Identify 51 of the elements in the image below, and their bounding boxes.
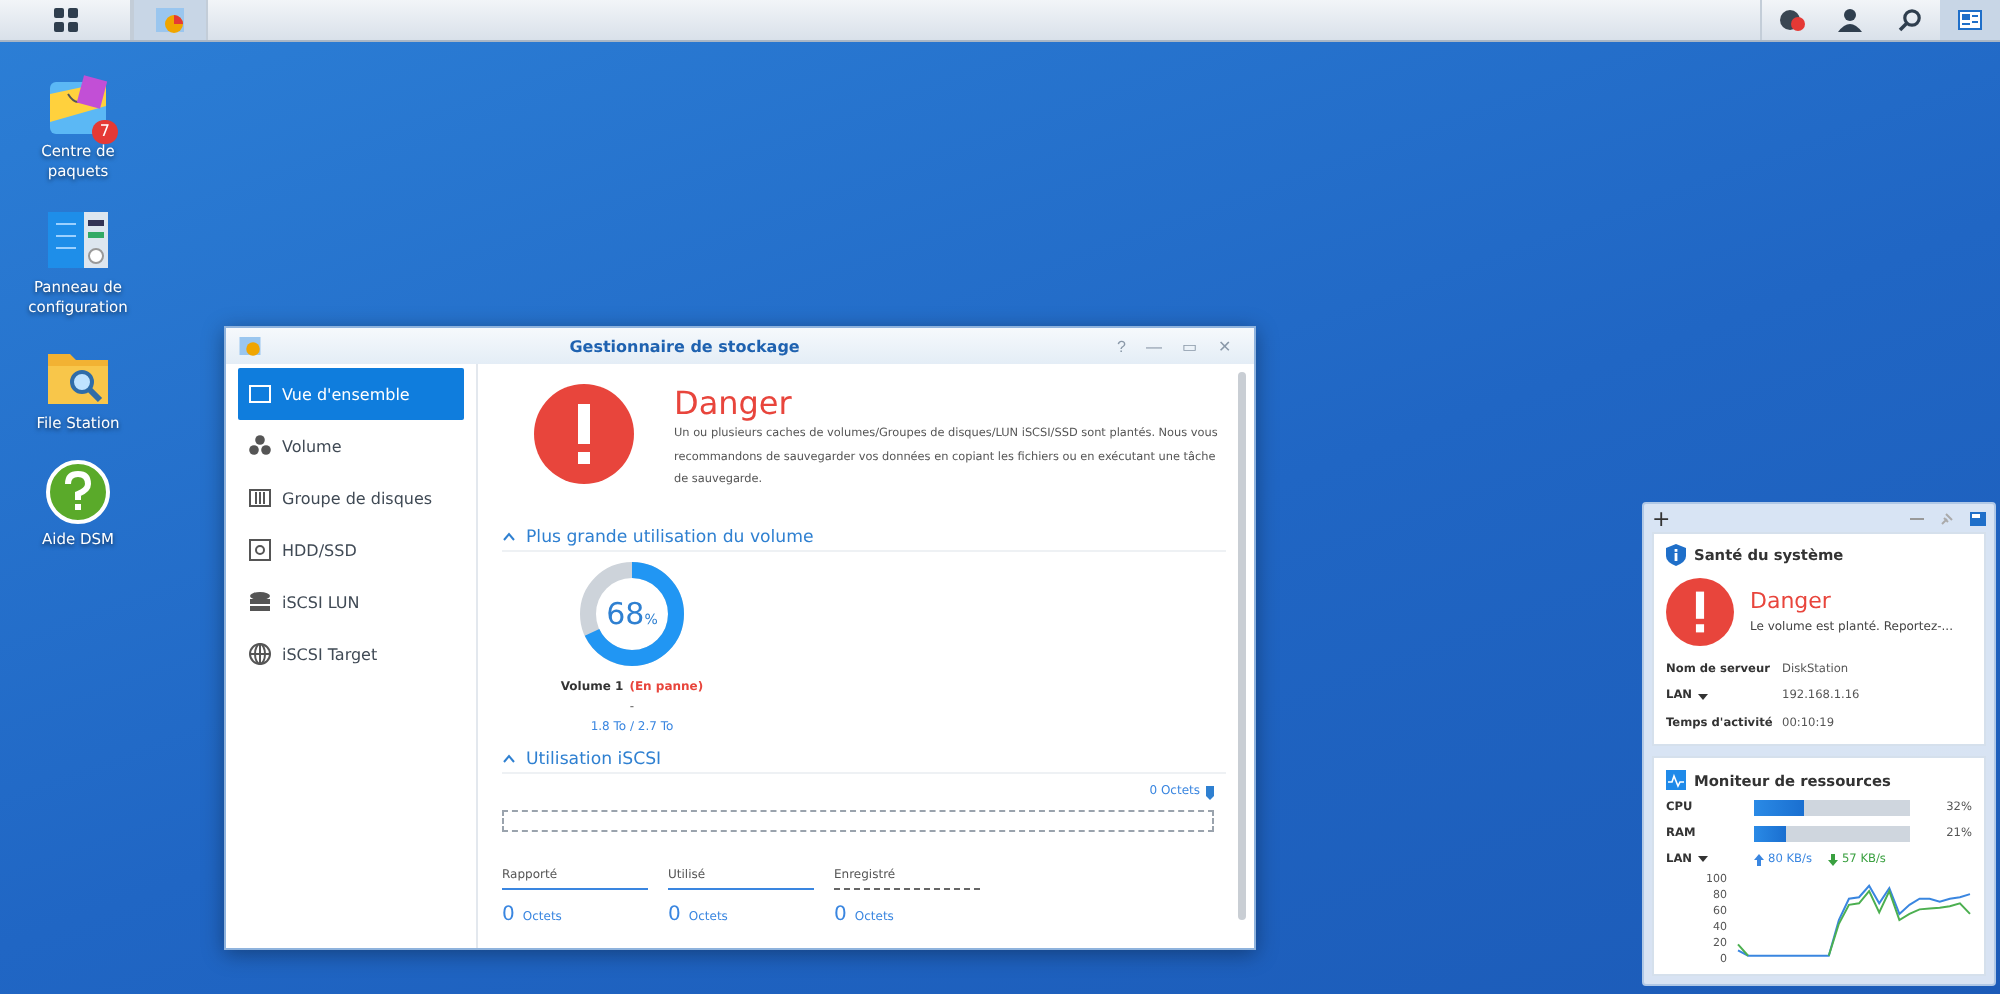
target-icon bbox=[248, 642, 272, 666]
lun-icon bbox=[248, 590, 272, 614]
minimize-icon bbox=[1910, 515, 1924, 522]
danger-icon bbox=[1666, 577, 1734, 645]
group-icon bbox=[248, 486, 272, 510]
sidebar-item[interactable]: Groupe de disques bbox=[238, 472, 464, 524]
chevron-icon[interactable] bbox=[502, 754, 516, 764]
scrollbar[interactable] bbox=[1238, 372, 1246, 920]
sidebar-item[interactable]: iSCSI Target bbox=[238, 628, 464, 680]
window-control[interactable]: — bbox=[1136, 337, 1172, 355]
section-heading: Plus grande utilisation du volume bbox=[526, 527, 814, 547]
stat-value: 0 bbox=[668, 904, 681, 926]
status-title: Danger bbox=[674, 384, 794, 424]
down-arrow-icon bbox=[1827, 853, 1838, 865]
section-heading: Utilisation iSCSI bbox=[526, 749, 662, 769]
grid-icon bbox=[53, 8, 77, 32]
app-icon bbox=[154, 4, 186, 36]
user-icon bbox=[1838, 8, 1862, 32]
status-title: Danger bbox=[1750, 588, 1833, 614]
pin-icon bbox=[1940, 511, 1954, 526]
chevron-icon[interactable] bbox=[502, 532, 516, 542]
count-badge: 7 bbox=[91, 120, 118, 144]
control-app-icon[interactable] bbox=[44, 206, 112, 274]
widgets-button[interactable] bbox=[1940, 0, 2000, 40]
danger-icon bbox=[534, 384, 634, 484]
widget-panel-icon bbox=[1958, 10, 1982, 30]
sidebar-item[interactable]: Volume bbox=[238, 420, 464, 472]
info-icon bbox=[1666, 544, 1686, 567]
help-app-icon[interactable] bbox=[44, 458, 112, 526]
chat-icon bbox=[1777, 8, 1805, 32]
panel-icon bbox=[1970, 511, 1986, 526]
caret-icon[interactable] bbox=[1698, 693, 1709, 700]
overview-icon bbox=[248, 382, 272, 406]
sidebar-item[interactable]: iSCSI LUN bbox=[238, 576, 464, 628]
caret-icon[interactable] bbox=[1698, 856, 1709, 862]
window-title: Gestionnaire de stockage bbox=[567, 337, 802, 355]
stat-value: 0 bbox=[502, 904, 515, 926]
sidebar-item[interactable]: HDD/SSD bbox=[238, 524, 464, 576]
stat-value: 0 bbox=[834, 904, 847, 926]
sidebar-item[interactable]: Vue d'ensemble bbox=[238, 368, 464, 420]
search-icon bbox=[1898, 8, 1922, 32]
add-widget-button[interactable]: + bbox=[1652, 505, 1894, 532]
up-arrow-icon bbox=[1754, 853, 1764, 865]
pulse-icon bbox=[1666, 770, 1686, 790]
window-control[interactable]: ? bbox=[1107, 337, 1136, 355]
window-control[interactable]: ✕ bbox=[1208, 337, 1242, 355]
app-icon bbox=[238, 334, 262, 358]
window-control[interactable]: ▭ bbox=[1172, 337, 1208, 355]
usage-donut bbox=[578, 560, 686, 668]
marker-icon bbox=[1206, 785, 1214, 799]
volume-icon bbox=[248, 434, 272, 458]
